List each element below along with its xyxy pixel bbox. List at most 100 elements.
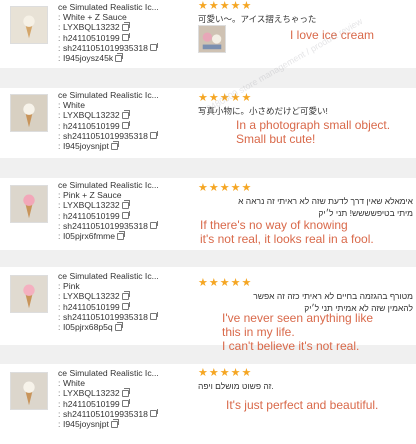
star-icon: ★ <box>230 0 241 12</box>
review-list: ce Simulated Realistic Ic... : White + Z … <box>0 0 416 444</box>
review-row: ce Simulated Realistic Ic... : White : LYX… <box>0 88 416 158</box>
product-code: : I945joysz45k <box>58 53 193 63</box>
product-title[interactable]: ce Simulated Realistic Ic... <box>58 368 193 378</box>
copy-icon[interactable] <box>110 141 119 150</box>
star-rating: ★ ★ ★ ★ ★ <box>198 368 413 379</box>
product-sku: : LYXBQL13232 <box>58 200 193 210</box>
product-sku: : LYXBQL13232 <box>58 22 193 32</box>
copy-icon[interactable] <box>121 110 130 119</box>
copy-icon[interactable] <box>114 322 123 331</box>
order-id: : sh241105101993531​8 <box>58 220 193 231</box>
product-info: ce Simulated Realistic Ic... : White : LYX… <box>58 90 193 151</box>
star-icon: ★ <box>208 0 219 12</box>
product-title[interactable]: ce Simulated Realistic Ic... <box>58 90 193 100</box>
copy-icon[interactable] <box>121 32 130 42</box>
copy-icon[interactable] <box>115 53 124 62</box>
product-sku: : LYXBQL13232 <box>58 291 193 301</box>
star-rating: ★ ★ ★ ★ ★ <box>198 1 413 12</box>
star-icon: ★ <box>198 277 208 289</box>
copy-icon[interactable] <box>121 398 130 408</box>
review-block: ★ ★ ★ ★ ★ מטורף בהגזמה בחיים לא ראיתי כזה זה… <box>198 278 413 314</box>
product-sku: : LYXBQL13232 <box>58 110 193 120</box>
product-code: : I05pjrx68p5q <box>58 322 193 332</box>
star-icon: ★ <box>241 0 252 12</box>
review-text: אימאלא שאין דרך לדעת שזה לא ראיתי זה נרא… <box>238 196 413 206</box>
product-info: ce Simulated Realistic Ic... : Pink + Z S… <box>58 180 193 241</box>
product-variant: : Pink + Z Sauce <box>58 190 122 201</box>
product-batch: : h24110510199 <box>58 398 193 409</box>
star-icon: ★ <box>241 277 252 289</box>
product-variant: : White <box>58 378 85 389</box>
review-text-continued: מיתי בטיפשששש! תני ל׳יק <box>318 208 413 218</box>
product-info: ce Simulated Realistic Ic... : White + Z … <box>58 2 193 63</box>
product-batch: : h24110510199 <box>58 301 193 312</box>
star-icon: ★ <box>241 367 252 379</box>
copy-icon[interactable] <box>149 42 158 52</box>
star-rating: ★ ★ ★ ★ ★ <box>198 93 413 104</box>
star-icon: ★ <box>219 92 230 104</box>
product-thumbnail[interactable] <box>10 94 48 132</box>
order-id: : sh241105101993531​8 <box>58 130 193 141</box>
product-info: ce Simulated Realistic Ic... : Pink : LYXB… <box>58 271 193 332</box>
review-translation: In a photograph small object. Small but … <box>236 118 391 146</box>
product-thumbnail[interactable] <box>10 6 48 44</box>
star-rating: ★ ★ ★ ★ ★ <box>198 278 413 289</box>
order-id: : sh241105101993531​8 <box>58 42 193 53</box>
star-icon: ★ <box>241 92 252 104</box>
product-title[interactable]: ce Simulated Realistic Ic... <box>58 2 193 12</box>
product-info: ce Simulated Realistic Ic... : White : LYX… <box>58 368 193 429</box>
product-code: : I05pjrx6fmme <box>58 231 193 241</box>
product-batch: : h24110510199 <box>58 120 193 131</box>
copy-icon[interactable] <box>149 408 158 418</box>
copy-icon[interactable] <box>121 388 130 397</box>
product-title[interactable]: ce Simulated Realistic Ic... <box>58 271 193 281</box>
product-variant: : White + Z Sauce <box>58 12 127 23</box>
product-batch: : h24110510199 <box>58 32 193 43</box>
review-text: 写真小物に。小さめだけど可愛い! <box>198 106 328 116</box>
star-icon: ★ <box>208 92 219 104</box>
copy-icon[interactable] <box>121 200 130 209</box>
review-block: ★ ★ ★ ★ ★ אימאלא שאין דרך לדעת שזה לא ראיתי … <box>198 183 413 219</box>
review-translation: I've never seen anything like this in my… <box>222 311 374 353</box>
product-thumbnail[interactable] <box>10 275 48 313</box>
star-icon: ★ <box>230 92 241 104</box>
product-sku: : LYXBQL13232 <box>58 388 193 398</box>
review-translation: If there's no way of knowing it's not re… <box>200 218 374 246</box>
copy-icon[interactable] <box>149 220 158 230</box>
review-block: ★ ★ ★ ★ ★ 写真小物に。小さめだけど可愛い! <box>198 93 413 117</box>
review-block: ★ ★ ★ ★ ★ .זה פשוט מושלם ויפה <box>198 368 413 392</box>
copy-icon[interactable] <box>117 231 126 240</box>
review-photo[interactable] <box>198 25 226 53</box>
copy-icon[interactable] <box>121 22 130 31</box>
copy-icon[interactable] <box>149 311 158 321</box>
product-code: : I945joysnjpt <box>58 419 193 429</box>
product-batch: : h24110510199 <box>58 210 193 221</box>
product-title[interactable]: ce Simulated Realistic Ic... <box>58 180 193 190</box>
copy-icon[interactable] <box>110 419 119 428</box>
product-thumbnail[interactable] <box>10 372 48 410</box>
star-icon: ★ <box>208 182 219 194</box>
star-rating: ★ ★ ★ ★ ★ <box>198 183 413 194</box>
review-text: .זה פשוט מושלם ויפה <box>198 381 274 391</box>
review-row: ce Simulated Realistic Ic... : White : LYX… <box>0 364 416 444</box>
star-icon: ★ <box>230 277 241 289</box>
review-text: מטורף בהגזמה בחיים לא ראיתי כזה זה אפשר <box>253 291 413 301</box>
copy-icon[interactable] <box>121 120 130 130</box>
copy-icon[interactable] <box>121 291 130 300</box>
star-icon: ★ <box>208 367 219 379</box>
star-icon: ★ <box>198 367 208 379</box>
copy-icon[interactable] <box>121 301 130 311</box>
product-thumbnail[interactable] <box>10 185 48 223</box>
review-translation: I love ice cream <box>290 28 375 42</box>
copy-icon[interactable] <box>121 210 130 220</box>
copy-icon[interactable] <box>149 130 158 140</box>
star-icon: ★ <box>219 182 230 194</box>
star-icon: ★ <box>198 0 208 12</box>
review-translation: It's just perfect and beautiful. <box>226 398 379 412</box>
star-icon: ★ <box>219 0 230 12</box>
review-row: ce Simulated Realistic Ic... : White + Z … <box>0 0 416 68</box>
product-variant: : Pink <box>58 281 80 292</box>
review-block: ★ ★ ★ ★ ★ 可愛い～。アイス摺えちゃった <box>198 1 413 53</box>
star-icon: ★ <box>208 277 219 289</box>
review-text: 可愛い～。アイス摺えちゃった <box>198 14 317 24</box>
